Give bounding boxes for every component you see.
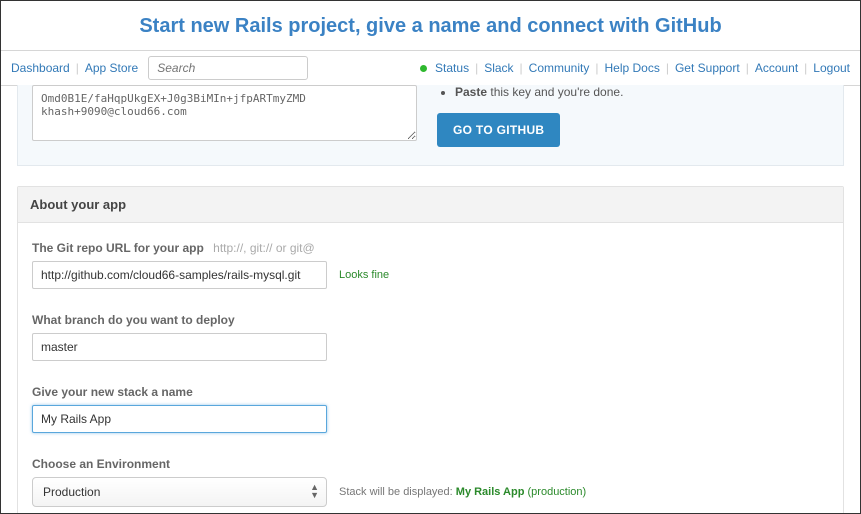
branch-input[interactable] bbox=[32, 333, 327, 361]
nav-get-support[interactable]: Get Support bbox=[675, 61, 740, 75]
ssh-key-textarea[interactable]: Omd0B1E/faHqpUkgEX+J0g3BiMIn+jfpARTmyZMD… bbox=[32, 85, 417, 141]
ssh-key-panel: Omd0B1E/faHqpUkgEX+J0g3BiMIn+jfpARTmyZMD… bbox=[17, 85, 844, 166]
nav-community[interactable]: Community bbox=[529, 61, 590, 75]
nav-slack[interactable]: Slack bbox=[484, 61, 513, 75]
nav-status[interactable]: Status bbox=[435, 61, 469, 75]
environment-label: Choose an Environment bbox=[32, 457, 829, 471]
nav-dashboard[interactable]: Dashboard bbox=[11, 61, 70, 75]
about-your-app-section: About your app The Git repo URL for your… bbox=[17, 186, 844, 514]
nav-logout[interactable]: Logout bbox=[813, 61, 850, 75]
environment-select-value[interactable] bbox=[32, 477, 327, 507]
nav-separator: | bbox=[76, 61, 79, 75]
nav-app-store[interactable]: App Store bbox=[85, 61, 138, 75]
select-updown-icon: ▲▼ bbox=[310, 483, 319, 499]
repo-url-label: The Git repo URL for your app http://, g… bbox=[32, 241, 829, 255]
stack-name-input[interactable] bbox=[32, 405, 327, 433]
stack-name-label: Give your new stack a name bbox=[32, 385, 829, 399]
go-to-github-button[interactable]: GO TO GITHUB bbox=[437, 113, 560, 147]
section-title: About your app bbox=[18, 187, 843, 223]
repo-url-input[interactable] bbox=[32, 261, 327, 289]
status-indicator-icon bbox=[420, 65, 427, 72]
instruction-paste: Paste this key and you're done. bbox=[455, 85, 829, 99]
repo-url-validation: Looks fine bbox=[339, 269, 389, 281]
branch-label: What branch do you want to deploy bbox=[32, 313, 829, 327]
environment-select[interactable]: ▲▼ bbox=[32, 477, 327, 507]
top-nav: Dashboard | App Store Status | Slack | C… bbox=[1, 50, 860, 86]
banner-title: Start new Rails project, give a name and… bbox=[1, 15, 860, 38]
stack-display-preview: Stack will be displayed: My Rails App (p… bbox=[339, 486, 586, 498]
nav-account[interactable]: Account bbox=[755, 61, 798, 75]
tutorial-banner: Start new Rails project, give a name and… bbox=[1, 1, 860, 50]
nav-help-docs[interactable]: Help Docs bbox=[604, 61, 659, 75]
search-input[interactable] bbox=[148, 56, 308, 80]
